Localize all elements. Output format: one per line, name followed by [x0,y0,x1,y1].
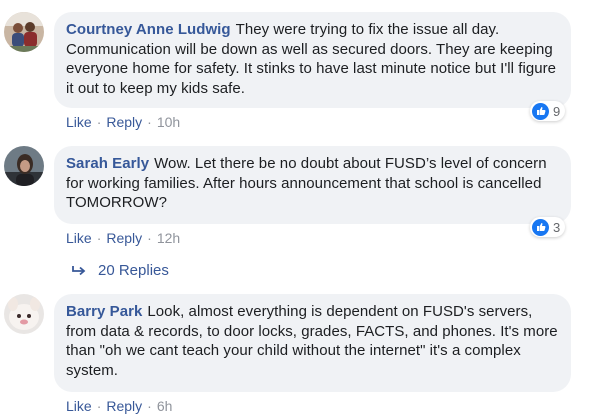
avatar-photo-icon [4,12,44,52]
comment-actions: Like · Reply · 6h [66,398,172,414]
comment-timestamp[interactable]: 10h [157,114,180,130]
avatar-photo-icon [4,146,44,186]
reply-link[interactable]: Reply [106,114,142,130]
avatar[interactable] [4,146,44,186]
comment-bubble: Sarah Early Wow. Let there be no doubt ab… [54,146,571,224]
comment-actions: Like · Reply · 10h [66,114,180,130]
reaction-count[interactable]: 3 [530,217,566,237]
like-link[interactable]: Like [66,398,92,414]
reaction-count[interactable]: 9 [530,101,566,121]
separator-dot: · [147,230,152,246]
reply-link[interactable]: Reply [106,398,142,414]
comment-author[interactable]: Barry Park [66,303,142,320]
comment-timestamp[interactable]: 12h [157,230,180,246]
view-replies-label[interactable]: 20 Replies [98,262,169,279]
separator-dot: · [96,114,102,130]
reply-link[interactable]: Reply [106,230,142,246]
separator-dot: · [96,398,102,414]
comment-bubble: Barry Park Look, almost everything is dep… [54,294,571,392]
like-link[interactable]: Like [66,230,92,246]
reaction-count-value: 9 [553,103,561,119]
like-reaction-icon [532,102,549,120]
separator-dot: · [147,114,152,130]
avatar[interactable] [4,294,44,334]
separator-dot: · [96,230,102,246]
avatar-photo-icon [4,294,44,334]
comment-author[interactable]: Sarah Early [66,155,149,172]
comment-actions: Like · Reply · 12h [66,230,180,246]
reply-arrow-icon [72,265,86,277]
comment-author[interactable]: Courtney Anne Ludwig [66,21,231,38]
comment-timestamp[interactable]: 6h [157,398,173,414]
like-reaction-icon [532,218,549,236]
comment-bubble: Courtney Anne Ludwig They were trying to … [54,12,571,108]
avatar[interactable] [4,12,44,52]
reaction-count-value: 3 [553,219,561,235]
separator-dot: · [147,398,152,414]
like-link[interactable]: Like [66,114,92,130]
view-replies-link[interactable]: 20 Replies [72,262,169,279]
